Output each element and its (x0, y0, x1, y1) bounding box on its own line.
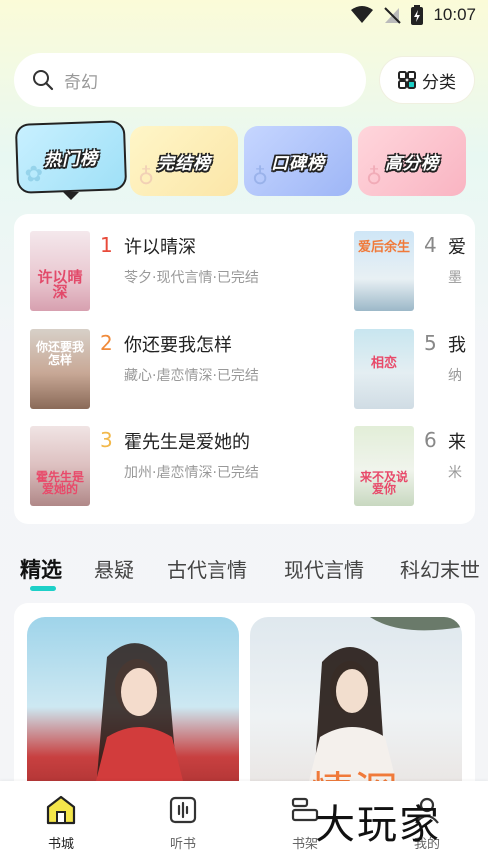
tab-ancient-romance[interactable]: 古代言情 (167, 554, 247, 583)
cover-title: 爱后余生 (358, 240, 411, 255)
status-bar: 10:07 (0, 0, 488, 32)
nav-label: 听书 (169, 837, 196, 852)
featured-cover[interactable]: 情深 (250, 617, 462, 803)
active-tab-indicator (30, 586, 56, 591)
rank-number: 5 (424, 331, 437, 355)
search-placeholder: 奇幻 (64, 72, 98, 93)
nav-bookstore[interactable]: 书城 (21, 795, 101, 852)
book-meta: 墨 (448, 270, 462, 286)
book-cover: 爱后余生 (354, 231, 414, 311)
tab-reputation[interactable]: ♁ 口碑榜 (244, 126, 352, 196)
portrait-image (90, 643, 189, 803)
rank-item[interactable]: 爱后余生 4 爱墨 (354, 231, 466, 311)
cover-title: 相恋 (370, 356, 397, 371)
book-meta: 纳 (448, 368, 462, 384)
watermark: 大玩家 (315, 802, 441, 848)
book-title: 许以晴深 (124, 237, 196, 258)
rank-item[interactable]: 许以晴深 1 许以晴深 苓夕·现代言情·已完结 (30, 231, 259, 311)
tab-high-score-label: 高分榜 (385, 153, 439, 174)
book-cover: 你还要我怎样 (30, 329, 90, 409)
battery-icon (411, 5, 424, 25)
rank-item[interactable]: 来不及说爱你 6 来米 (354, 426, 466, 506)
rank-tabs: ✿ 热门榜 ♁ 完结榜 ♁ 口碑榜 ♁ 高分榜 (0, 120, 488, 202)
tab-hot-label: 热门榜 (43, 148, 99, 171)
cover-title: 你还要我怎样 (35, 340, 84, 367)
rank-number: 4 (424, 233, 437, 257)
audio-icon (169, 796, 197, 824)
tab-finished[interactable]: ♁ 完结榜 (130, 126, 238, 196)
book-meta: 米 (448, 465, 462, 481)
rank-number: 3 (100, 428, 113, 452)
search-icon (33, 70, 54, 91)
rank-item[interactable]: 你还要我怎样 2 你还要我怎样藏心·虐恋情深·已完结 (30, 329, 259, 409)
category-tabs: 精选 悬疑 古代言情 现代言情 科幻末世 (20, 550, 488, 590)
rank-item[interactable]: 相恋 5 我纳 (354, 329, 466, 409)
cover-title: 霍先生是爱她的 (35, 469, 84, 497)
cover-title: 来不及说爱你 (359, 469, 408, 497)
book-title: 霍先生是爱她的 (124, 432, 250, 453)
rank-number: 6 (424, 428, 437, 452)
book-meta: 加州·虐恋情深·已完结 (124, 465, 259, 481)
grid-icon (398, 71, 416, 89)
rank-number: 1 (100, 233, 113, 257)
tab-finished-label: 完结榜 (157, 153, 211, 174)
tab-hot[interactable]: ✿ 热门榜 (14, 120, 128, 194)
featured-cover[interactable] (27, 617, 239, 803)
ranking-list: 许以晴深 1 许以晴深 苓夕·现代言情·已完结 你还要我怎样 2 你还要我怎样 藏心… (14, 214, 475, 524)
nav-label: 书城 (47, 837, 74, 852)
book-meta: 藏心·虐恋情深·已完结 (124, 368, 259, 384)
category-button[interactable]: 分类 (380, 57, 474, 103)
clock: 10:07 (433, 5, 476, 24)
cover-title: 许以晴深 (37, 267, 83, 302)
no-signal-icon (384, 7, 402, 24)
book-title: 我 (448, 335, 466, 356)
book-title: 爱 (448, 237, 466, 258)
tab-featured[interactable]: 精选 (20, 554, 62, 584)
tab-modern-romance[interactable]: 现代言情 (284, 554, 364, 583)
tab-scifi[interactable]: 科幻末世 (400, 554, 480, 583)
nav-audiobook[interactable]: 听书 (143, 795, 223, 852)
book-cover: 许以晴深 (30, 231, 90, 311)
book-title: 来 (448, 432, 466, 453)
search-input[interactable]: 奇幻 (14, 53, 366, 107)
book-title: 你还要我怎样 (124, 335, 232, 356)
wifi-icon (351, 6, 374, 23)
featured-section: 情深 (14, 603, 475, 803)
tab-suspense[interactable]: 悬疑 (94, 554, 134, 583)
book-cover: 来不及说爱你 (354, 426, 414, 506)
book-cover: 霍先生是爱她的 (30, 426, 90, 506)
tab-reputation-label: 口碑榜 (271, 153, 325, 174)
book-meta: 苓夕·现代言情·已完结 (124, 270, 259, 286)
book-cover: 相恋 (354, 329, 414, 409)
home-icon (46, 795, 76, 825)
category-label: 分类 (422, 72, 456, 93)
tab-pointer (63, 192, 79, 200)
rank-item[interactable]: 霍先生是爱她的 3 霍先生是爱她的 加州·虐恋情深·已完结 (30, 426, 259, 506)
tab-high-score[interactable]: ♁ 高分榜 (358, 126, 466, 196)
rank-number: 2 (100, 331, 113, 355)
